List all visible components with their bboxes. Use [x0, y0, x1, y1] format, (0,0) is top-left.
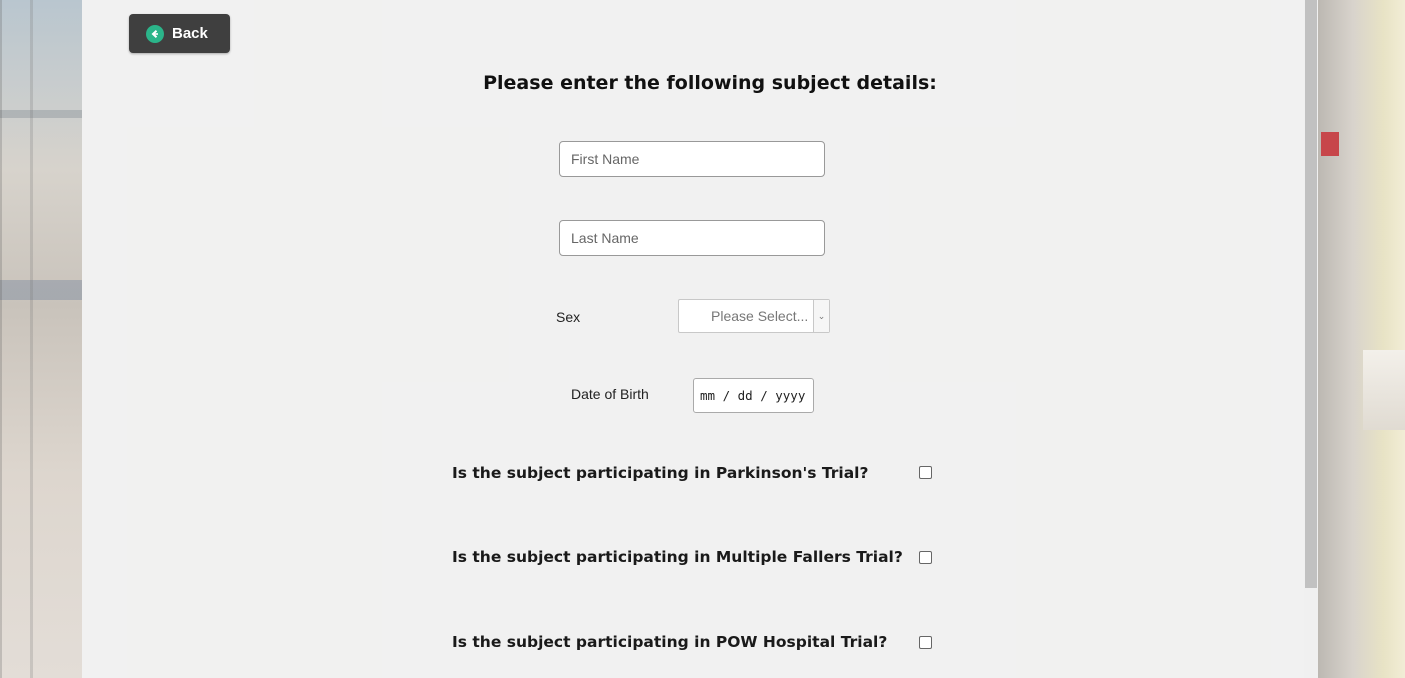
checkbox-pow-hospital[interactable] — [919, 636, 932, 649]
scrollbar[interactable] — [1304, 0, 1318, 678]
dob-value: mm / dd / yyyy — [700, 388, 806, 403]
question-multiple-fallers: Is the subject participating in Multiple… — [452, 548, 903, 566]
question-parkinsons: Is the subject participating in Parkinso… — [452, 464, 869, 482]
sex-select[interactable]: Please Select... ⌄ — [678, 299, 830, 333]
back-button[interactable]: Back — [129, 14, 230, 53]
checkbox-parkinsons[interactable] — [919, 466, 932, 479]
sex-label: Sex — [556, 309, 581, 325]
checkbox-multiple-fallers[interactable] — [919, 551, 932, 564]
background-left — [0, 0, 82, 678]
arrow-left-circle-icon — [146, 24, 164, 43]
dob-label: Date of Birth — [571, 386, 649, 402]
chevron-down-icon: ⌄ — [813, 300, 829, 332]
sex-select-value: Please Select... — [711, 308, 809, 324]
page-title: Please enter the following subject detai… — [483, 72, 937, 94]
first-name-input[interactable] — [559, 141, 825, 177]
form-panel — [82, 0, 1304, 678]
background-right — [1318, 0, 1405, 678]
dob-input[interactable]: mm / dd / yyyy — [693, 378, 814, 413]
back-button-label: Back — [172, 25, 208, 42]
last-name-input[interactable] — [559, 220, 825, 256]
question-pow-hospital: Is the subject participating in POW Hosp… — [452, 633, 888, 651]
